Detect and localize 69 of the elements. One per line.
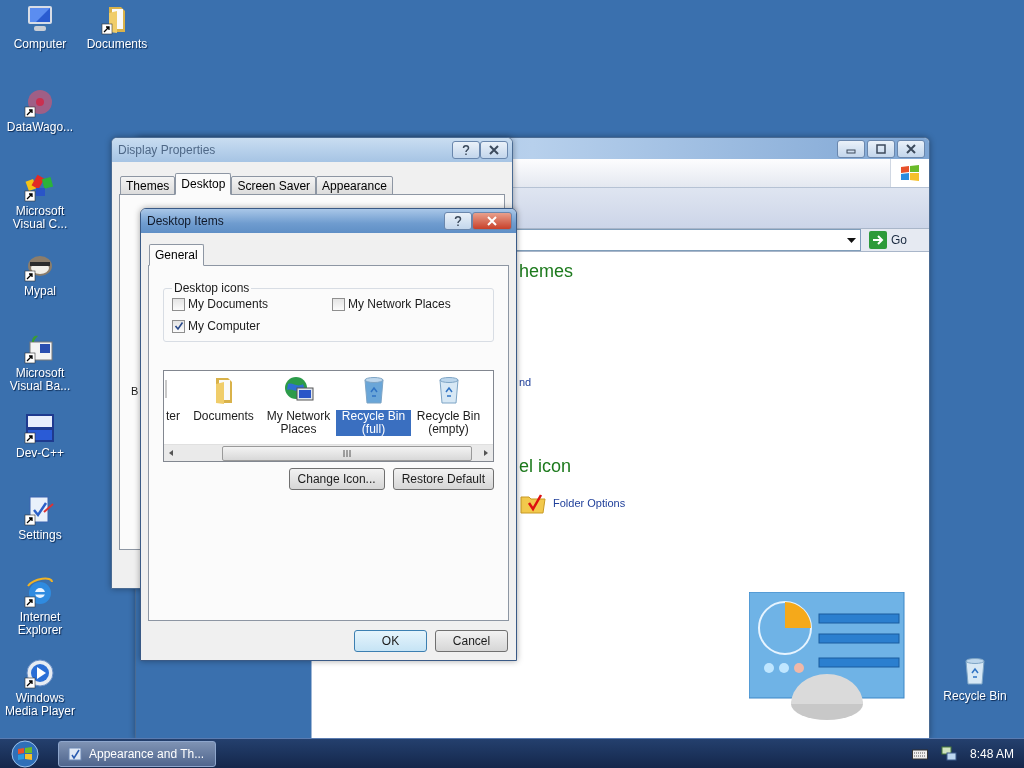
checkbox[interactable]	[172, 297, 185, 311]
network-icon[interactable]	[939, 746, 958, 762]
play-disc-icon[interactable]	[24, 657, 56, 689]
window-title: Display Properties	[118, 143, 217, 157]
group-title: Desktop icons	[173, 281, 251, 295]
icon-label[interactable]: Recycle Bin (empty)	[411, 410, 486, 436]
icon-label[interactable]: Documents	[191, 410, 256, 423]
tab[interactable]: General	[149, 244, 204, 266]
dev-box-icon[interactable]	[24, 412, 56, 444]
cancel-button[interactable]: Cancel	[435, 629, 508, 652]
close-button[interactable]	[897, 139, 925, 158]
field-label: B	[131, 385, 139, 397]
minimize-button[interactable]	[837, 139, 865, 158]
desktop-icon-label[interactable]: Settings	[18, 529, 62, 542]
windows-flag-icon	[900, 164, 920, 182]
checklist-icon[interactable]	[67, 746, 83, 762]
dropdown-caret-icon[interactable]	[847, 237, 856, 243]
desktop-icon-label[interactable]: DataWago...	[6, 121, 74, 134]
tab[interactable]: Appearance	[316, 176, 393, 195]
change-icon-button[interactable]: Change Icon...	[288, 468, 385, 490]
maximize-icon[interactable]	[875, 142, 887, 155]
close-icon[interactable]	[905, 142, 917, 155]
restore-default-button[interactable]: Restore Default	[392, 468, 494, 490]
grip-icon	[343, 449, 351, 457]
close-button[interactable]	[480, 141, 508, 159]
desktop-icon-label[interactable]: Windows Media Player	[0, 692, 82, 718]
icon-label[interactable]: ter	[164, 410, 182, 423]
desktop-icon-label[interactable]: Microsoft Visual C...	[0, 205, 82, 231]
clipboard-pen-icon[interactable]	[24, 494, 56, 526]
help-button[interactable]	[444, 212, 472, 230]
help-button[interactable]	[452, 141, 480, 159]
scrollbar-thumb[interactable]	[222, 445, 472, 461]
question-mark-icon[interactable]	[452, 215, 464, 227]
keyboard-icon[interactable]	[911, 748, 928, 760]
maximize-button[interactable]	[867, 139, 895, 158]
close-button[interactable]	[472, 212, 512, 230]
checkbox[interactable]	[172, 319, 185, 333]
question-mark-icon[interactable]	[460, 144, 472, 156]
desktop-icon-label[interactable]: Mypal	[24, 285, 56, 298]
tab[interactable]: Themes	[120, 176, 176, 195]
control-panel-item[interactable]: Folder Options	[519, 491, 929, 515]
section-heading: hemes	[519, 260, 575, 282]
desktop-icon-label[interactable]: Computer	[13, 38, 67, 51]
checkbox-label: My Computer	[188, 319, 261, 333]
go-button[interactable]: Go	[861, 231, 929, 249]
taskbar-button[interactable]: Appearance and Th...	[58, 741, 216, 767]
e-globe-icon[interactable]	[24, 576, 56, 608]
checkbox[interactable]	[332, 297, 345, 311]
checkbox-label: My Network Places	[348, 297, 451, 311]
desktop-icon-label[interactable]: Internet Explorer	[0, 611, 82, 637]
tab[interactable]: Desktop	[175, 173, 232, 195]
horizontal-scrollbar[interactable]	[164, 444, 493, 461]
section-heading: el icon	[519, 455, 573, 477]
clock: 8:48 AM	[969, 747, 1014, 761]
icon-label[interactable]: My Network Places	[261, 410, 336, 436]
tab[interactable]: Screen Saver	[231, 176, 317, 195]
desktop-icon-label[interactable]: Dev-C++	[16, 447, 64, 460]
close-icon[interactable]	[488, 144, 500, 156]
window-title: Desktop Items	[147, 214, 225, 228]
ok-button[interactable]: OK	[354, 629, 427, 652]
checkmark-icon	[173, 321, 184, 331]
desktop-icon-label[interactable]: Documents	[86, 38, 148, 51]
desktop-icon-label[interactable]: Microsoft Visual Ba...	[0, 367, 82, 393]
checkbox-label: My Documents	[188, 297, 269, 311]
icon-list[interactable]: ter Documents My Network Places Recycle Bin (full) Recycle Bin (empty)	[163, 370, 494, 462]
icon-label[interactable]: Recycle Bin (full)	[336, 410, 411, 436]
task-link[interactable]: nd	[519, 376, 929, 388]
start-button[interactable]	[10, 739, 40, 768]
desktop-icon-label[interactable]: Recycle Bin	[943, 690, 1007, 703]
